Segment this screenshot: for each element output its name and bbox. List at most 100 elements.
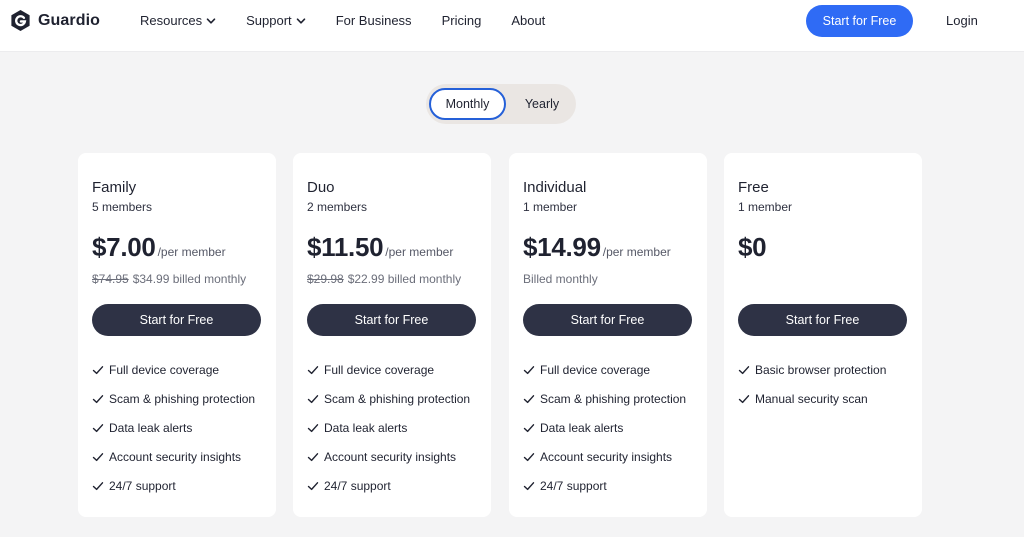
feature-label: 24/7 support (109, 478, 176, 493)
price-unit: /per member (385, 245, 454, 259)
billing-text: $34.99 billed monthly (132, 272, 247, 286)
check-icon (307, 365, 319, 374)
check-icon (523, 365, 535, 374)
plan-card-family: Family 5 members $7.00 /per member $74.9… (78, 153, 276, 517)
feature-item: 24/7 support (307, 471, 470, 500)
plan-price: $11.50 (307, 232, 384, 262)
feature-item: Account security insights (92, 442, 255, 471)
feature-label: Data leak alerts (109, 420, 193, 435)
check-icon (92, 481, 104, 490)
original-price: $29.98 (307, 272, 344, 286)
original-price: $74.95 (92, 272, 129, 286)
chevron-down-icon (296, 18, 305, 24)
check-icon (738, 365, 750, 374)
nav-pricing-label: Pricing (441, 13, 482, 28)
feature-label: Scam & phishing protection (109, 391, 256, 406)
check-icon (523, 423, 535, 432)
billing-info: $74.95 $34.99 billed monthly (92, 272, 246, 286)
check-icon (307, 394, 319, 403)
start-free-button[interactable]: Start for Free (92, 304, 261, 336)
guardio-logo-icon (11, 9, 30, 32)
feature-label: Manual security scan (755, 391, 868, 406)
feature-label: Full device coverage (540, 362, 651, 377)
plan-card-duo: Duo 2 members $11.50 /per member $29.98 $… (293, 153, 491, 517)
plan-name: Family (92, 179, 137, 196)
feature-list: Full device coverage Scam & phishing pro… (523, 355, 686, 500)
feature-item: Data leak alerts (307, 413, 470, 442)
toggle-monthly[interactable]: Monthly (429, 88, 506, 120)
plan-price: $0 (738, 232, 767, 262)
toggle-yearly[interactable]: Yearly (511, 88, 573, 120)
start-free-button[interactable]: Start for Free (523, 304, 692, 336)
nav-support-label: Support (246, 13, 292, 28)
start-free-button[interactable]: Start for Free (307, 304, 476, 336)
plan-members: 5 members (92, 200, 153, 214)
feature-label: Account security insights (324, 449, 457, 464)
nav-for-business-label: For Business (335, 13, 412, 28)
feature-label: Full device coverage (324, 362, 435, 377)
brand-logo[interactable]: Guardio (9, 9, 100, 32)
billing-info: Billed monthly (523, 272, 598, 286)
feature-label: Scam & phishing protection (324, 391, 471, 406)
price-row: $7.00 /per member (92, 232, 226, 263)
check-icon (523, 481, 535, 490)
price-row: $0 (738, 232, 767, 263)
nav-resources[interactable]: Resources (140, 13, 216, 29)
check-icon (92, 365, 104, 374)
feature-item: Full device coverage (92, 355, 255, 384)
plan-name: Duo (307, 179, 335, 196)
feature-label: 24/7 support (540, 478, 607, 493)
feature-item: Manual security scan (738, 384, 886, 413)
check-icon (523, 394, 535, 403)
check-icon (307, 481, 319, 490)
feature-list: Full device coverage Scam & phishing pro… (307, 355, 470, 500)
check-icon (92, 423, 104, 432)
brand-name: Guardio (38, 11, 101, 29)
nav-support[interactable]: Support (246, 13, 306, 29)
plan-price: $14.99 (523, 232, 601, 262)
start-free-button[interactable]: Start for Free (738, 304, 907, 336)
feature-item: Scam & phishing protection (92, 384, 255, 413)
feature-item: Full device coverage (307, 355, 470, 384)
feature-item: Account security insights (307, 442, 470, 471)
plan-card-free: Free 1 member $0 Start for Free Basic br… (724, 153, 922, 517)
check-icon (92, 394, 104, 403)
feature-list: Full device coverage Scam & phishing pro… (92, 355, 255, 500)
header-start-free-button[interactable]: Start for Free (806, 5, 913, 37)
billing-period-toggle: Monthly Yearly (426, 84, 576, 124)
plan-name: Individual (523, 179, 587, 196)
main-nav: Resources Support For Business Pricing A… (140, 13, 575, 29)
price-unit: /per member (157, 245, 226, 259)
feature-label: Account security insights (540, 449, 673, 464)
feature-list: Basic browser protection Manual security… (738, 355, 886, 413)
feature-item: Basic browser protection (738, 355, 886, 384)
feature-label: Full device coverage (109, 362, 220, 377)
login-link[interactable]: Login (946, 13, 978, 28)
feature-label: Data leak alerts (540, 420, 624, 435)
plan-card-individual: Individual 1 member $14.99 /per member B… (509, 153, 707, 517)
feature-item: Full device coverage (523, 355, 686, 384)
check-icon (307, 452, 319, 461)
feature-label: Scam & phishing protection (540, 391, 687, 406)
price-row: $14.99 /per member (523, 232, 671, 263)
feature-item: Account security insights (523, 442, 686, 471)
feature-item: Data leak alerts (92, 413, 255, 442)
feature-label: 24/7 support (324, 478, 391, 493)
plan-members: 2 members (307, 200, 368, 214)
nav-about-label: About (511, 13, 546, 28)
check-icon (307, 423, 319, 432)
price-row: $11.50 /per member (307, 232, 453, 263)
chevron-down-icon (206, 18, 216, 24)
feature-label: Basic browser protection (755, 362, 887, 377)
nav-for-business[interactable]: For Business (336, 13, 412, 29)
nav-about[interactable]: About (511, 13, 545, 29)
check-icon (738, 394, 750, 403)
plan-price: $7.00 (92, 232, 156, 262)
nav-pricing[interactable]: Pricing (442, 13, 482, 29)
nav-resources-label: Resources (140, 13, 203, 28)
site-header: Guardio Resources Support For Business P… (0, 0, 1024, 52)
feature-item: Scam & phishing protection (523, 384, 686, 413)
feature-item: 24/7 support (523, 471, 686, 500)
billing-text: Billed monthly (523, 272, 598, 286)
plan-members: 1 member (523, 200, 578, 214)
